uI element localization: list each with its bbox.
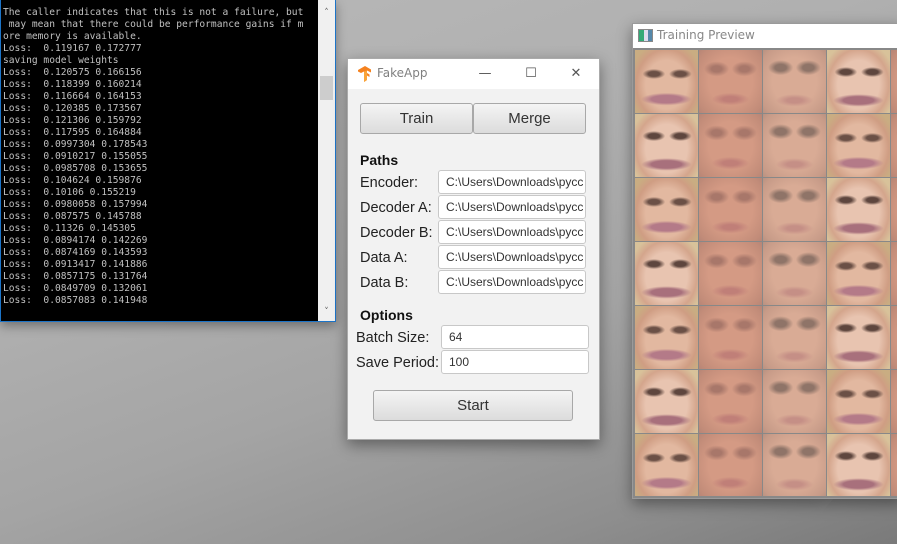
preview-tile-original <box>635 50 698 113</box>
preview-tile-swap <box>763 370 826 433</box>
window-title: FakeApp <box>377 66 428 80</box>
merge-tab-button[interactable]: Merge <box>473 103 586 134</box>
preview-tile-original <box>635 178 698 241</box>
save-period-input[interactable]: 100 <box>441 350 589 374</box>
preview-tile-original <box>827 178 890 241</box>
decoder-a-path-input[interactable]: C:\Users\Downloads\pycc <box>438 195 586 219</box>
console-line: Loss: 0.121306 0.159792 <box>3 115 142 126</box>
preview-tile-reconstruction <box>699 114 762 177</box>
encoder-path-input[interactable]: C:\Users\Downloads\pycc <box>438 170 586 194</box>
preview-tile-reconstruction <box>891 50 897 113</box>
preview-tile-original <box>635 114 698 177</box>
console-line: Loss: 0.120575 0.166156 <box>3 67 142 78</box>
preview-tile-original <box>827 50 890 113</box>
close-button[interactable]: ✕ <box>553 59 599 89</box>
console-line: Loss: 0.118399 0.160214 <box>3 79 142 90</box>
preview-tile-reconstruction <box>699 434 762 496</box>
console-line: Loss: 0.0910217 0.155055 <box>3 151 148 162</box>
decoder-b-path-input[interactable]: C:\Users\Downloads\pycc <box>438 220 586 244</box>
console-line: Loss: 0.116664 0.164153 <box>3 91 142 102</box>
preview-tile-reconstruction <box>699 242 762 305</box>
console-line: Loss: 0.0985708 0.153655 <box>3 163 148 174</box>
preview-tile-reconstruction <box>699 306 762 369</box>
maximize-button[interactable]: ☐ <box>508 59 554 89</box>
preview-tile-reconstruction <box>891 114 897 177</box>
tensorflow-logo-icon <box>358 66 371 82</box>
paths-heading: Paths <box>360 152 399 168</box>
minimize-button[interactable]: — <box>462 59 508 89</box>
console-line: may mean that there could be performance… <box>3 19 304 30</box>
data-b-path-input[interactable]: C:\Users\Downloads\pycc <box>438 270 586 294</box>
preview-tile-original <box>635 370 698 433</box>
preview-tile-reconstruction <box>891 242 897 305</box>
preview-tile-original <box>827 370 890 433</box>
preview-tile-reconstruction <box>699 178 762 241</box>
console-line: saving model weights <box>3 55 119 66</box>
console-line: Loss: 0.0849709 0.132061 <box>3 283 148 294</box>
preview-tile-original <box>827 114 890 177</box>
preview-tile-original <box>827 242 890 305</box>
console-line: Loss: 0.0894174 0.142269 <box>3 235 148 246</box>
preview-tile-original <box>635 306 698 369</box>
preview-tile-swap <box>763 434 826 496</box>
data-a-path-input[interactable]: C:\Users\Downloads\pycc <box>438 245 586 269</box>
training-preview-window: Training Preview <box>632 23 897 499</box>
start-button[interactable]: Start <box>373 390 573 421</box>
batch-size-label: Batch Size: <box>356 330 430 346</box>
console-line: Loss: 0.10106 0.155219 <box>3 187 136 198</box>
preview-tile-reconstruction <box>891 370 897 433</box>
train-tab-button[interactable]: Train <box>360 103 473 134</box>
preview-tile-swap <box>763 114 826 177</box>
decoder-b-label: Decoder B: <box>360 225 433 241</box>
preview-tile-swap <box>763 178 826 241</box>
preview-tile-swap <box>763 50 826 113</box>
preview-tile-reconstruction <box>891 434 897 496</box>
console-scrollbar[interactable]: ˄ ˅ <box>318 0 335 321</box>
preview-tile-swap <box>763 306 826 369</box>
console-line: Loss: 0.0857175 0.131764 <box>3 271 148 282</box>
save-period-label: Save Period: <box>356 355 440 371</box>
console-line: Loss: 0.120385 0.173567 <box>3 103 142 114</box>
preview-tile-original <box>635 242 698 305</box>
preview-tile-reconstruction <box>699 370 762 433</box>
preview-tile-original <box>827 306 890 369</box>
data-a-label: Data A: <box>360 250 408 266</box>
console-window: The caller indicates that this is not a … <box>0 0 336 322</box>
console-line: Loss: 0.0874169 0.143593 <box>3 247 148 258</box>
preview-tile-original <box>827 434 890 496</box>
options-heading: Options <box>360 307 413 323</box>
encoder-label: Encoder: <box>360 175 419 191</box>
decoder-a-label: Decoder A: <box>360 200 432 216</box>
preview-title: Training Preview <box>657 28 755 42</box>
chevron-down-icon[interactable]: ˅ <box>318 304 335 321</box>
preview-tile-swap <box>763 242 826 305</box>
console-line: Loss: 0.117595 0.164884 <box>3 127 142 138</box>
console-line: Loss: 0.087575 0.145788 <box>3 211 142 222</box>
console-line: The caller indicates that this is not a … <box>3 7 304 18</box>
preview-window-icon <box>638 29 653 42</box>
scrollbar-thumb[interactable] <box>320 76 333 100</box>
console-line: Loss: 0.11326 0.145305 <box>3 223 136 234</box>
fakeapp-window: FakeApp — ☐ ✕ Train Merge Paths Encoder:… <box>347 58 600 440</box>
console-line: Loss: 0.0997304 0.178543 <box>3 139 148 150</box>
console-line: Loss: 0.104624 0.159876 <box>3 175 142 186</box>
title-bar[interactable]: FakeApp — ☐ ✕ <box>348 59 599 89</box>
preview-title-bar[interactable]: Training Preview <box>633 24 897 48</box>
preview-tile-original <box>635 434 698 496</box>
batch-size-input[interactable]: 64 <box>441 325 589 349</box>
chevron-up-icon[interactable]: ˄ <box>318 5 335 22</box>
console-line: ore memory is available. <box>3 31 142 42</box>
console-line: Loss: 0.119167 0.172777 <box>3 43 142 54</box>
data-b-label: Data B: <box>360 275 409 291</box>
console-output: The caller indicates that this is not a … <box>3 7 317 317</box>
console-line: Loss: 0.0913417 0.141886 <box>3 259 148 270</box>
preview-tile-reconstruction <box>699 50 762 113</box>
preview-tile-reconstruction <box>891 306 897 369</box>
preview-tile-reconstruction <box>891 178 897 241</box>
console-line: Loss: 0.0980058 0.157994 <box>3 199 148 210</box>
console-line: Loss: 0.0857083 0.141948 <box>3 295 148 306</box>
preview-image-grid <box>635 50 897 496</box>
